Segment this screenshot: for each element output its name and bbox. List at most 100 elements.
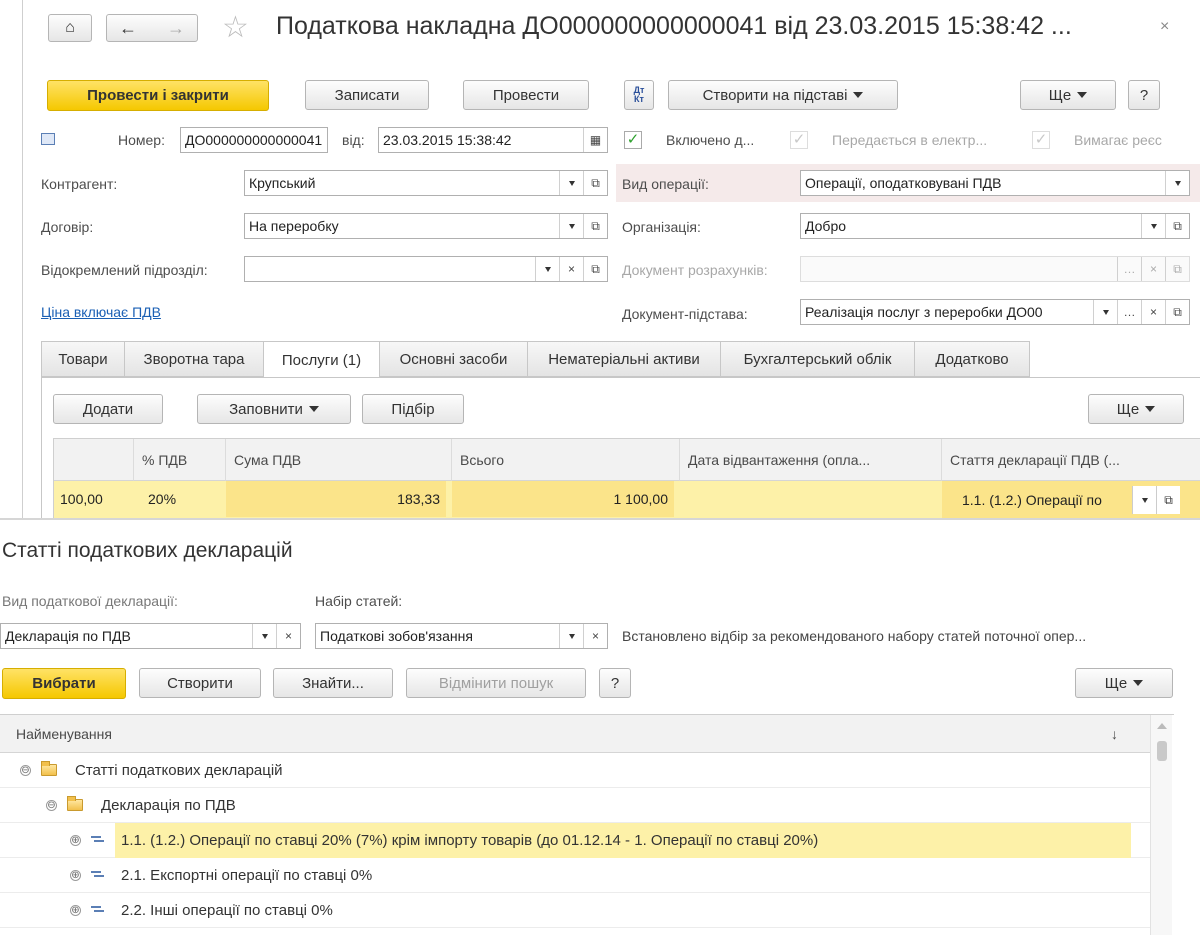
organization-field[interactable]: Добро ⧉	[800, 213, 1190, 239]
dropdown-icon[interactable]	[535, 257, 559, 281]
grid-more-button[interactable]: Ще	[1088, 394, 1184, 424]
expand-icon[interactable]: ⊕	[70, 869, 81, 881]
select-icon[interactable]: …	[1117, 300, 1141, 324]
create-on-basis-label: Створити на підставі	[702, 86, 848, 104]
back-arrow-icon[interactable]: ←	[119, 18, 137, 39]
counterparty-field[interactable]: Крупський ⧉	[244, 170, 608, 196]
save-button[interactable]: Записати	[305, 80, 429, 110]
open-icon[interactable]: ⧉	[583, 171, 607, 195]
expand-icon[interactable]: ⊕	[70, 834, 81, 846]
dropdown-icon[interactable]	[1141, 214, 1165, 238]
op-type-label: Вид операції:	[622, 176, 709, 192]
dropdown-icon[interactable]	[1132, 486, 1156, 514]
subdivision-field[interactable]: × ⧉	[244, 256, 608, 282]
col-qty-header[interactable]	[54, 439, 134, 481]
ship-date-cell	[680, 481, 942, 517]
decl-item-editor[interactable]: 1.1. (1.2.) Операції по ⧉	[942, 481, 1200, 518]
settlement-doc-field: … × ⧉	[800, 256, 1190, 282]
tab-fixed-assets[interactable]: Основні засоби	[379, 341, 528, 377]
date-field[interactable]: 23.03.2015 15:38:42 ▦	[378, 127, 608, 153]
dropdown-icon[interactable]	[559, 214, 583, 238]
forward-arrow-icon[interactable]: →	[167, 18, 185, 39]
picker-help-button[interactable]: ?	[599, 668, 631, 698]
add-button[interactable]: Додати	[53, 394, 163, 424]
contract-field[interactable]: На переробку ⧉	[244, 213, 608, 239]
dropdown-icon[interactable]	[559, 171, 583, 195]
clear-icon[interactable]: ×	[1141, 300, 1165, 324]
date-label: від:	[342, 132, 365, 148]
calendar-icon[interactable]: ▦	[583, 128, 607, 152]
tree-header[interactable]: Найменування ↓	[0, 715, 1150, 753]
set-label: Набір статей:	[315, 593, 403, 609]
open-icon[interactable]: ⧉	[1165, 214, 1189, 238]
col-total-header[interactable]: Всього	[452, 439, 680, 481]
clear-icon[interactable]: ×	[559, 257, 583, 281]
dropdown-icon[interactable]	[252, 624, 276, 648]
picker-more-button[interactable]: Ще	[1075, 668, 1173, 698]
open-icon[interactable]: ⧉	[1156, 486, 1180, 514]
help-button[interactable]: ?	[1128, 80, 1160, 110]
cancel-search-button: Відмінити пошук	[406, 668, 586, 698]
open-icon[interactable]: ⧉	[1165, 300, 1189, 324]
expand-icon[interactable]: ⊕	[70, 904, 81, 916]
scroll-up-icon[interactable]	[1157, 723, 1167, 729]
grid-more-label: Ще	[1116, 400, 1140, 418]
number-field[interactable]: ДО000000000000041	[180, 127, 328, 153]
tree-row-item-2-2[interactable]: ⊕ 2.2. Інші операції по ставці 0%	[0, 893, 1150, 928]
col-vat-sum-header[interactable]: Сума ПДВ	[226, 439, 452, 481]
collapse-icon[interactable]: ⊖	[46, 799, 57, 811]
table-row[interactable]: 100,00 20% 183,33 1 100,00 1.1. (1.2.) О…	[54, 481, 1200, 518]
post-button[interactable]: Провести	[463, 80, 589, 110]
post-and-close-button[interactable]: Провести і закрити	[47, 80, 269, 111]
create-on-basis-button[interactable]: Створити на підставі	[668, 80, 898, 110]
find-button[interactable]: Знайти...	[273, 668, 393, 698]
col-vat-rate-header[interactable]: % ПДВ	[134, 439, 226, 481]
tree-label: 2.2. Інші операції по ставці 0%	[121, 901, 333, 919]
tree-row-item-2-1[interactable]: ⊕ 2.1. Експортні операції по ставці 0%	[0, 858, 1150, 893]
vat-included-link[interactable]: Ціна включає ПДВ	[41, 304, 161, 320]
decl-type-field[interactable]: Декларація по ПДВ ×	[0, 623, 301, 649]
settlement-doc-label: Документ розрахунків:	[622, 262, 768, 278]
tab-accounting[interactable]: Бухгалтерський облік	[720, 341, 915, 377]
qty-cell: 100,00	[60, 491, 103, 507]
tree-row-root[interactable]: ⊖ Статті податкових декларацій	[0, 753, 1150, 788]
included-checkbox[interactable]: ✓	[624, 131, 642, 149]
create-button[interactable]: Створити	[139, 668, 261, 698]
filter-note: Встановлено відбір за рекомендованого на…	[622, 628, 1087, 644]
tree-row-item-1-1[interactable]: ⊕ 1.1. (1.2.) Операції по ставці 20% (7%…	[0, 822, 1150, 858]
clear-icon[interactable]: ×	[583, 624, 607, 648]
tab-intangible-assets[interactable]: Нематеріальні активи	[527, 341, 721, 377]
vertical-scrollbar[interactable]	[1150, 715, 1172, 935]
favorite-star-icon[interactable]: ☆	[222, 10, 249, 45]
clear-icon[interactable]: ×	[276, 624, 300, 648]
more-button[interactable]: Ще	[1020, 80, 1116, 110]
tab-returnable-packaging[interactable]: Зворотна тара	[124, 341, 264, 377]
dropdown-icon[interactable]	[1093, 300, 1117, 324]
declaration-item-icon	[91, 835, 105, 845]
tab-goods[interactable]: Товари	[41, 341, 125, 377]
dropdown-icon[interactable]	[559, 624, 583, 648]
fill-button[interactable]: Заповнити	[197, 394, 351, 424]
set-field[interactable]: Податкові зобов'язання ×	[315, 623, 608, 649]
close-icon[interactable]: ×	[1160, 18, 1169, 36]
open-icon[interactable]: ⧉	[583, 214, 607, 238]
dt-kt-button[interactable]: Дт Кт	[624, 80, 654, 110]
tree-label: 1.1. (1.2.) Операції по ставці 20% (7%) …	[115, 822, 1131, 858]
tree-row-vat-declaration[interactable]: ⊖ Декларація по ПДВ	[0, 788, 1150, 823]
tab-services[interactable]: Послуги (1)	[263, 341, 380, 379]
document-icon	[41, 133, 55, 145]
fill-label: Заповнити	[229, 400, 303, 418]
home-button[interactable]: ⌂	[48, 14, 92, 42]
op-type-field[interactable]: Операції, оподатковувані ПДВ	[800, 170, 1190, 196]
decl-type-label: Вид податкової декларації:	[2, 593, 178, 609]
pick-button[interactable]: Підбір	[362, 394, 464, 424]
basis-doc-field[interactable]: Реалізація послуг з переробки ДО00 … × ⧉	[800, 299, 1190, 325]
select-button[interactable]: Вибрати	[2, 668, 126, 699]
dropdown-icon[interactable]	[1165, 171, 1189, 195]
tab-additional[interactable]: Додатково	[914, 341, 1030, 377]
open-icon[interactable]: ⧉	[583, 257, 607, 281]
col-ship-date-header[interactable]: Дата відвантаження (опла...	[680, 439, 942, 481]
collapse-icon[interactable]: ⊖	[20, 764, 31, 776]
col-decl-item-header[interactable]: Стаття декларації ПДВ (...	[942, 439, 1200, 481]
scrollbar-thumb[interactable]	[1157, 741, 1167, 761]
